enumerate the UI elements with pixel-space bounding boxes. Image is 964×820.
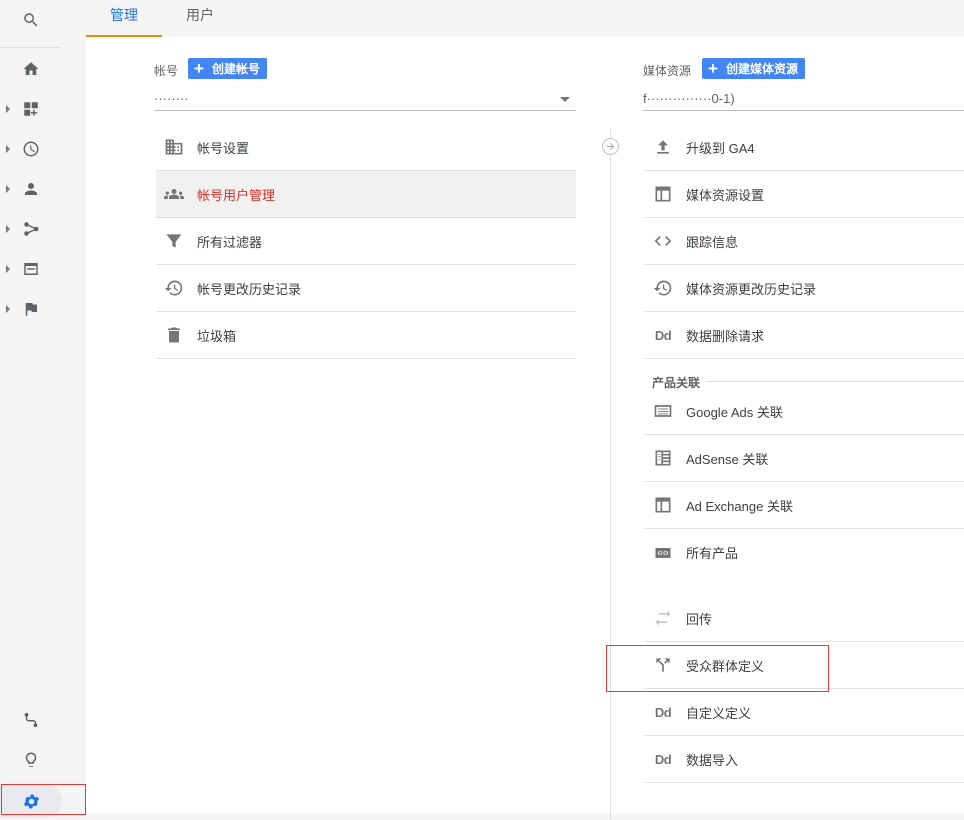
building-icon <box>164 137 184 157</box>
menu-custom-definitions[interactable]: Dd 自定义定义 <box>645 689 964 736</box>
lightbulb-icon[interactable] <box>0 742 62 778</box>
swap-icon <box>653 608 673 628</box>
menu-upgrade-ga4[interactable]: 升级到 GA4 <box>645 124 964 171</box>
home-icon[interactable] <box>0 51 62 87</box>
menu-label: 所有产品 <box>686 546 739 561</box>
account-selected-value: ········ <box>154 91 189 106</box>
menu-adsense-links[interactable]: AdSense 关联 <box>645 435 964 482</box>
tab-admin[interactable]: 管理 <box>86 0 162 37</box>
history-icon <box>653 278 673 298</box>
flag-icon[interactable] <box>0 291 62 327</box>
ads-icon <box>653 401 673 421</box>
menu-data-import[interactable]: Dd 数据导入 <box>645 736 964 783</box>
dd-icon: Dd <box>654 327 672 343</box>
dashboard-icon[interactable] <box>0 91 62 127</box>
menu-label: 媒体资源设置 <box>686 187 765 203</box>
create-property-button[interactable]: + 创建媒体资源 <box>702 58 805 79</box>
menu-ad-exchange-links[interactable]: Ad Exchange 关联 <box>645 482 964 529</box>
admin-panel: 帐号 + 创建帐号 ········ 帐号设置 帐号用户管理 所有过滤器 帐号更… <box>86 37 964 820</box>
filter-icon <box>164 231 184 251</box>
create-account-button[interactable]: + 创建帐号 <box>188 58 267 79</box>
highlight-box-audience <box>606 645 829 692</box>
menu-label: 所有过滤器 <box>197 234 263 250</box>
highlight-box-gear <box>1 784 86 815</box>
menu-trash[interactable]: 垃圾箱 <box>156 312 576 359</box>
menu-data-deletion-requests[interactable]: Dd 数据删除请求 <box>645 312 964 359</box>
menu-account-settings[interactable]: 帐号设置 <box>156 124 576 171</box>
menu-label: 回传 <box>686 611 713 627</box>
behavior-icon[interactable] <box>0 251 62 287</box>
menu-label: 升级到 GA4 <box>686 140 755 156</box>
menu-label: 帐号更改历史记录 <box>197 281 302 297</box>
adsense-icon <box>653 448 673 468</box>
property-selected-value: f···············0-1) <box>643 91 735 106</box>
trash-icon <box>164 325 184 345</box>
create-property-label: 创建媒体资源 <box>725 62 798 76</box>
menu-label: 跟踪信息 <box>686 234 739 250</box>
account-selector[interactable]: ········ <box>154 89 576 111</box>
menu-all-filters[interactable]: 所有过滤器 <box>156 218 576 265</box>
tab-bar: 管理 用户 <box>86 0 964 37</box>
menu-label: AdSense 关联 <box>686 451 769 467</box>
dd-icon: Dd <box>654 704 672 720</box>
people-icon <box>164 184 184 204</box>
menu-account-user-management[interactable]: 帐号用户管理 <box>156 171 576 218</box>
code-icon <box>653 231 673 251</box>
menu-property-settings[interactable]: 媒体资源设置 <box>645 171 964 218</box>
acquisition-icon[interactable] <box>0 211 62 247</box>
section-divider <box>706 381 964 382</box>
menu-postbacks[interactable]: 回传 <box>645 595 964 642</box>
column-divider <box>610 129 611 820</box>
person-icon[interactable] <box>0 171 62 207</box>
menu-label: 媒体资源更改历史记录 <box>686 281 817 297</box>
menu-label: Google Ads 关联 <box>686 404 783 420</box>
menu-label: 帐号设置 <box>197 140 250 156</box>
menu-label: 数据删除请求 <box>686 328 765 344</box>
link-icon <box>653 543 673 563</box>
upload-icon <box>653 137 673 157</box>
plus-icon: + <box>708 59 718 78</box>
history-icon <box>164 278 184 298</box>
chevron-down-icon <box>560 97 570 102</box>
arrow-right-icon <box>602 138 619 155</box>
tab-user[interactable]: 用户 <box>162 0 238 37</box>
property-selector[interactable]: f···············0-1) <box>643 89 964 111</box>
search-icon[interactable] <box>0 2 62 38</box>
property-column-label: 媒体资源 <box>643 64 692 78</box>
menu-label: 帐号用户管理 <box>197 187 276 203</box>
menu-property-change-history[interactable]: 媒体资源更改历史记录 <box>645 265 964 312</box>
route-icon[interactable] <box>0 702 62 738</box>
window-icon <box>653 495 673 515</box>
menu-all-products[interactable]: 所有产品 <box>645 529 964 576</box>
create-account-label: 创建帐号 <box>211 62 260 76</box>
dd-icon: Dd <box>654 751 672 767</box>
plus-icon: + <box>194 59 204 78</box>
sidebar-divider <box>0 47 62 48</box>
menu-tracking-info[interactable]: 跟踪信息 <box>645 218 964 265</box>
window-icon <box>653 184 673 204</box>
menu-label: 自定义定义 <box>686 705 752 721</box>
menu-label: 数据导入 <box>686 752 739 768</box>
account-column-label: 帐号 <box>154 64 179 78</box>
menu-label: 垃圾箱 <box>197 328 237 344</box>
left-sidebar <box>0 0 86 820</box>
menu-google-ads-links[interactable]: Google Ads 关联 <box>645 388 964 435</box>
clock-icon[interactable] <box>0 131 62 167</box>
menu-label: Ad Exchange 关联 <box>686 498 793 514</box>
menu-account-change-history[interactable]: 帐号更改历史记录 <box>156 265 576 312</box>
